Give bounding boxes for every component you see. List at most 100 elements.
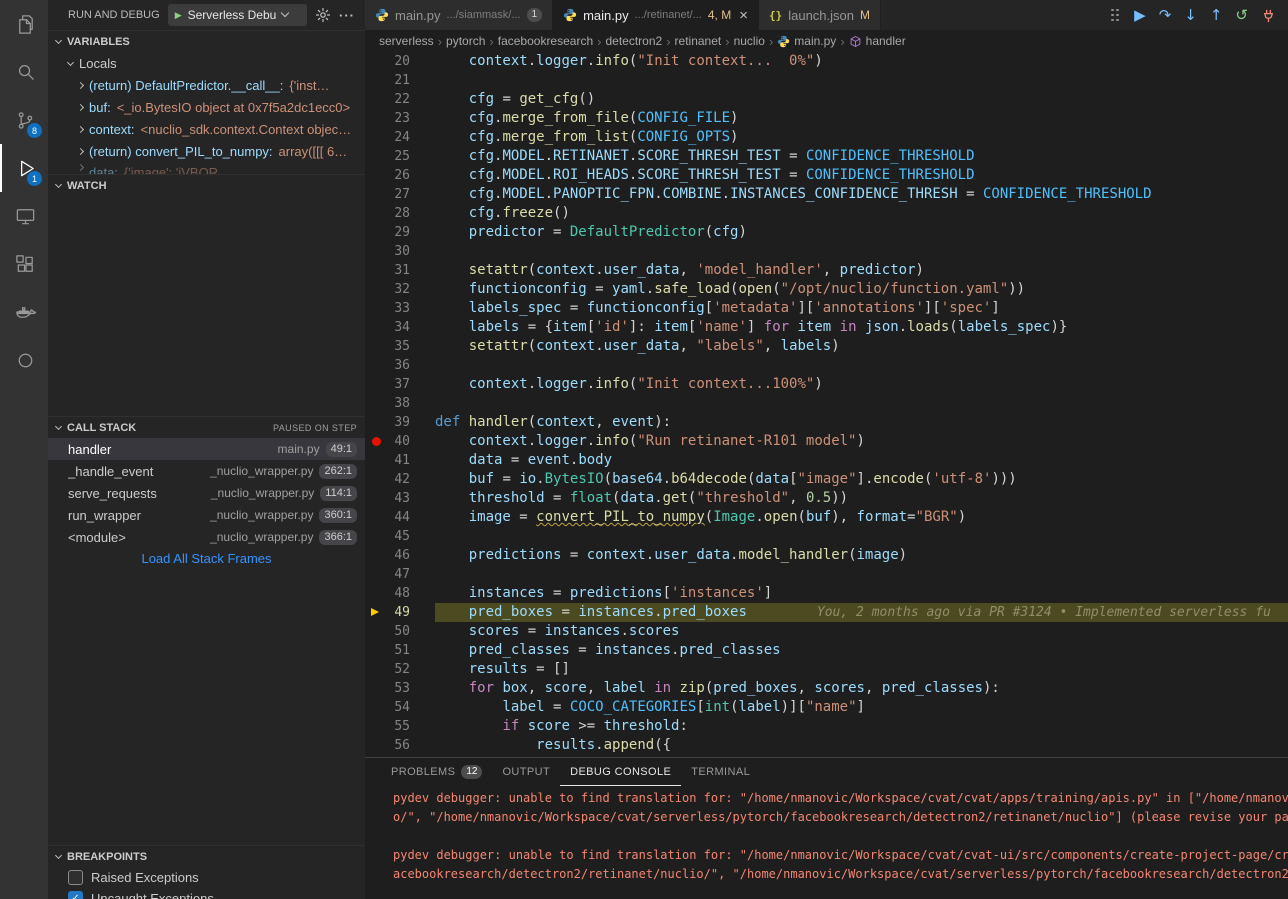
code-line-30[interactable]: 30 <box>365 242 1288 261</box>
code-text[interactable]: cfg.MODEL.ROI_HEADS.SCORE_THRESH_TEST = … <box>435 166 1288 185</box>
breadcrumb-item-retinanet[interactable]: retinanet <box>675 34 722 48</box>
step-out-icon[interactable]: ↑ <box>1210 8 1223 23</box>
step-into-icon[interactable]: ↓ <box>1184 8 1197 23</box>
code-text[interactable] <box>435 242 1288 261</box>
gutter[interactable]: 44 <box>365 508 435 527</box>
start-debugging-icon[interactable]: ▶ <box>175 10 182 21</box>
disconnect-icon[interactable] <box>1261 8 1276 23</box>
editor-tab[interactable]: main.py.../retinanet/...4, M× <box>553 0 759 30</box>
breadcrumb-item-facebookresearch[interactable]: facebookresearch <box>498 34 593 48</box>
code-text[interactable]: threshold = float(data.get("threshold", … <box>435 489 1288 508</box>
gutter[interactable]: 45 <box>365 527 435 546</box>
gutter[interactable]: 43 <box>365 489 435 508</box>
gutter[interactable]: 22 <box>365 90 435 109</box>
code-line-50[interactable]: 50 scores = instances.scores <box>365 622 1288 641</box>
gutter[interactable]: 54 <box>365 698 435 717</box>
code-text[interactable]: predictor = DefaultPredictor(cfg) <box>435 223 1288 242</box>
panel-tab-output[interactable]: OUTPUT <box>492 758 560 786</box>
restart-icon[interactable]: ↺ <box>1235 8 1248 23</box>
gutter[interactable]: 33 <box>365 299 435 318</box>
variable-row[interactable]: (return) DefaultPredictor.__call__:{'ins… <box>48 74 365 96</box>
gutter[interactable]: 46 <box>365 546 435 565</box>
code-editor[interactable]: 20 context.logger.info("Init context... … <box>365 52 1288 757</box>
code-line-48[interactable]: 48 instances = predictions['instances'] <box>365 584 1288 603</box>
gutter[interactable]: 53 <box>365 679 435 698</box>
code-line-21[interactable]: 21 <box>365 71 1288 90</box>
code-text[interactable]: cfg.freeze() <box>435 204 1288 223</box>
breadcrumb-item-pytorch[interactable]: pytorch <box>446 34 485 48</box>
code-line-42[interactable]: 42 buf = io.BytesIO(base64.b64decode(dat… <box>365 470 1288 489</box>
code-text[interactable]: cfg.merge_from_file(CONFIG_FILE) <box>435 109 1288 128</box>
close-icon[interactable]: × <box>739 7 748 24</box>
more-actions-icon[interactable]: ··· <box>339 8 355 23</box>
breadcrumb-item-detectron2[interactable]: detectron2 <box>605 34 662 48</box>
activity-circle[interactable] <box>0 336 48 384</box>
watch-section-header[interactable]: WATCH <box>48 174 365 196</box>
gutter[interactable]: 25 <box>365 147 435 166</box>
code-line-54[interactable]: 54 label = COCO_CATEGORIES[int(label)]["… <box>365 698 1288 717</box>
code-text[interactable]: predictions = context.user_data.model_ha… <box>435 546 1288 565</box>
code-text[interactable]: pred_classes = instances.pred_classes <box>435 641 1288 660</box>
code-text[interactable]: labels = {item['id']: item['name'] for i… <box>435 318 1288 337</box>
activity-search[interactable] <box>0 48 48 96</box>
activity-explorer[interactable] <box>0 0 48 48</box>
variable-row[interactable]: (return) convert_PIL_to_numpy:array([[[ … <box>48 140 365 162</box>
code-line-25[interactable]: 25 cfg.MODEL.RETINANET.SCORE_THRESH_TEST… <box>365 147 1288 166</box>
breakpoint-row[interactable]: ✓Uncaught Exceptions <box>48 888 365 899</box>
code-text[interactable]: context.logger.info("Run retinanet-R101 … <box>435 432 1288 451</box>
step-over-icon[interactable]: ↷ <box>1159 8 1172 23</box>
gutter[interactable]: 47 <box>365 565 435 584</box>
code-text[interactable]: setattr(context.user_data, "labels", lab… <box>435 337 1288 356</box>
code-line-20[interactable]: 20 context.logger.info("Init context... … <box>365 52 1288 71</box>
panel-tab-problems[interactable]: PROBLEMS12 <box>381 758 492 786</box>
code-line-44[interactable]: 44 image = convert_PIL_to_numpy(Image.op… <box>365 508 1288 527</box>
code-text[interactable]: setattr(context.user_data, 'model_handle… <box>435 261 1288 280</box>
code-text[interactable]: labels_spec = functionconfig['metadata']… <box>435 299 1288 318</box>
code-line-36[interactable]: 36 <box>365 356 1288 375</box>
code-line-52[interactable]: 52 results = [] <box>365 660 1288 679</box>
activity-run-and-debug[interactable]: 1 <box>0 144 48 192</box>
gutter[interactable]: 29 <box>365 223 435 242</box>
code-text[interactable] <box>435 356 1288 375</box>
code-text[interactable]: scores = instances.scores <box>435 622 1288 641</box>
gear-icon[interactable] <box>315 7 331 23</box>
load-all-stack-frames-link[interactable]: Load All Stack Frames <box>48 548 365 570</box>
code-line-39[interactable]: 39def handler(context, event): <box>365 413 1288 432</box>
variables-section-header[interactable]: VARIABLES <box>48 30 365 52</box>
code-line-41[interactable]: 41 data = event.body <box>365 451 1288 470</box>
code-text[interactable]: buf = io.BytesIO(base64.b64decode(data["… <box>435 470 1288 489</box>
code-text[interactable]: label = COCO_CATEGORIES[int(label)]["nam… <box>435 698 1288 717</box>
code-line-22[interactable]: 22 cfg = get_cfg() <box>365 90 1288 109</box>
code-text[interactable]: cfg.MODEL.RETINANET.SCORE_THRESH_TEST = … <box>435 147 1288 166</box>
code-line-24[interactable]: 24 cfg.merge_from_list(CONFIG_OPTS) <box>365 128 1288 147</box>
code-line-34[interactable]: 34 labels = {item['id']: item['name'] fo… <box>365 318 1288 337</box>
code-text[interactable]: def handler(context, event): <box>435 413 1288 432</box>
gutter[interactable]: 49 <box>365 603 435 622</box>
gutter[interactable]: 37 <box>365 375 435 394</box>
code-text[interactable]: cfg.merge_from_list(CONFIG_OPTS) <box>435 128 1288 147</box>
code-line-33[interactable]: 33 labels_spec = functionconfig['metadat… <box>365 299 1288 318</box>
code-line-28[interactable]: 28 cfg.freeze() <box>365 204 1288 223</box>
gutter[interactable]: 28 <box>365 204 435 223</box>
gripper-icon[interactable] <box>1111 9 1119 22</box>
code-line-56[interactable]: 56 results.append({ <box>365 736 1288 755</box>
code-line-26[interactable]: 26 cfg.MODEL.ROI_HEADS.SCORE_THRESH_TEST… <box>365 166 1288 185</box>
gutter[interactable]: 26 <box>365 166 435 185</box>
panel-tab-debug-console[interactable]: DEBUG CONSOLE <box>560 758 681 786</box>
code-line-47[interactable]: 47 <box>365 565 1288 584</box>
gutter[interactable]: 41 <box>365 451 435 470</box>
launch-config-select[interactable]: ▶ Serverless Debu <box>168 4 307 26</box>
gutter[interactable]: 48 <box>365 584 435 603</box>
code-line-37[interactable]: 37 context.logger.info("Init context...1… <box>365 375 1288 394</box>
editor-tab[interactable]: {}launch.jsonM <box>759 0 881 30</box>
activity-remote-explorer[interactable] <box>0 192 48 240</box>
gutter[interactable]: 23 <box>365 109 435 128</box>
variable-row[interactable]: buf:<_io.BytesIO object at 0x7f5a2dc1ecc… <box>48 96 365 118</box>
call-stack-section-header[interactable]: CALL STACK PAUSED ON STEP <box>48 416 365 438</box>
code-text[interactable] <box>435 565 1288 584</box>
gutter[interactable]: 27 <box>365 185 435 204</box>
breakpoint-icon[interactable] <box>372 437 381 446</box>
scope-locals[interactable]: Locals <box>48 52 365 74</box>
code-line-49[interactable]: 49 pred_boxes = instances.pred_boxesYou,… <box>365 603 1288 622</box>
stack-frame-row[interactable]: serve_requests_nuclio_wrapper.py114:1 <box>48 482 365 504</box>
